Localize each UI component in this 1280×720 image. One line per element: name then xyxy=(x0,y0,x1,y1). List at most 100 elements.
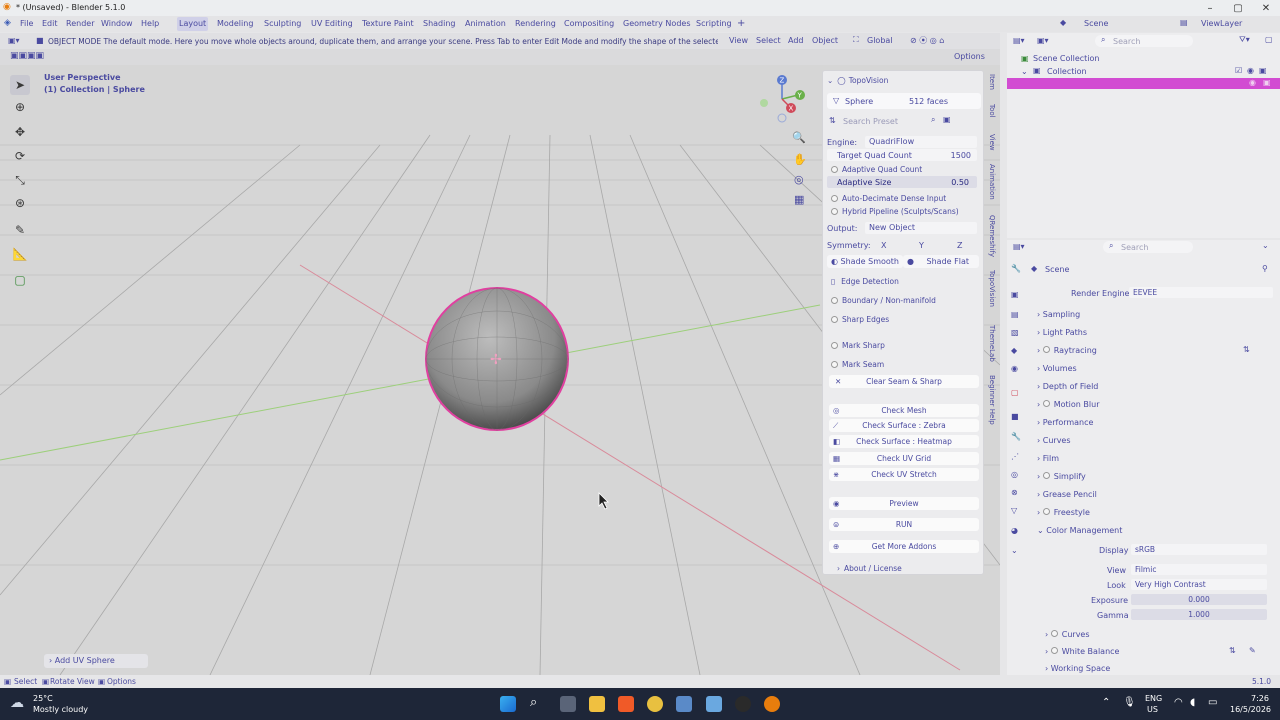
blender-menu-icon[interactable]: ◈ xyxy=(4,18,11,28)
clock-date[interactable]: 16/5/2026 xyxy=(1230,705,1271,714)
minimize-icon[interactable]: – xyxy=(1196,0,1224,16)
menu-object[interactable]: Object xyxy=(812,36,838,45)
expand-icon[interactable]: ⌄ xyxy=(1021,67,1028,76)
menu-file[interactable]: File xyxy=(16,18,37,30)
object-tab-icon[interactable]: ■ xyxy=(1011,412,1019,421)
collection-label[interactable]: Collection xyxy=(1047,67,1087,76)
uv-sphere[interactable]: ✢ xyxy=(424,286,572,434)
chrome-icon[interactable] xyxy=(647,696,663,712)
menu-window[interactable]: Window xyxy=(97,18,137,30)
menu-add[interactable]: Add xyxy=(788,36,804,45)
gamma-slider[interactable]: 1.000 xyxy=(1131,609,1267,620)
shade-flat-button[interactable]: ● Shade Flat xyxy=(903,255,979,268)
checkbox-icon[interactable] xyxy=(1042,508,1050,515)
file-explorer-icon[interactable] xyxy=(589,696,605,712)
checkbox-icon[interactable] xyxy=(1050,647,1058,654)
tab-uv-editing[interactable]: UV Editing xyxy=(309,17,355,31)
presets-icon[interactable]: ⇅ xyxy=(1229,646,1236,655)
adaptive-quad-checkbox[interactable]: Adaptive Quad Count xyxy=(831,163,985,176)
mark-sharp-checkbox[interactable]: Mark Sharp xyxy=(831,339,985,352)
section-volumes[interactable]: › Volumes xyxy=(1037,364,1077,373)
particles-tab-icon[interactable]: ⋰ xyxy=(1011,452,1019,461)
view-layer-icon[interactable]: ▤ xyxy=(1180,18,1188,27)
symmetry-y-toggle[interactable]: Y xyxy=(919,241,924,250)
blender-taskbar-icon[interactable] xyxy=(764,696,780,712)
clock-time[interactable]: 7:26 xyxy=(1251,694,1269,703)
microphone-icon[interactable]: 🎙 xyxy=(1123,697,1136,708)
render-tab-icon[interactable]: ▣ xyxy=(1011,290,1019,299)
search-icon[interactable]: ⌕ xyxy=(530,695,537,710)
eyedropper-icon[interactable]: ✎ xyxy=(1249,646,1256,655)
select-box-icon[interactable]: ➤ xyxy=(10,75,30,95)
check-zebra-button[interactable]: ⟋ Check Surface : Zebra xyxy=(829,419,979,432)
tab-topovision[interactable]: TopoVision xyxy=(988,270,996,307)
section-film[interactable]: › Film xyxy=(1037,454,1059,463)
mark-seam-checkbox[interactable]: Mark Seam xyxy=(831,358,985,371)
language-2[interactable]: US xyxy=(1147,705,1158,714)
checkbox-icon[interactable]: ☑ xyxy=(1235,66,1242,75)
scale-icon[interactable]: ⤡ xyxy=(10,170,30,190)
tab-view[interactable]: View xyxy=(988,134,996,151)
checkbox-icon[interactable] xyxy=(1042,346,1050,353)
tab-texture-paint[interactable]: Texture Paint xyxy=(360,17,416,31)
sharp-edges-checkbox[interactable]: Sharp Edges xyxy=(831,313,985,326)
move-icon[interactable]: ✥ xyxy=(10,122,30,142)
language-1[interactable]: ENG xyxy=(1145,694,1162,703)
menu-render[interactable]: Render xyxy=(62,18,98,30)
render-engine-dropdown[interactable]: EEVEE xyxy=(1129,287,1273,298)
section-curves[interactable]: › Curves xyxy=(1037,436,1071,445)
checkbox-icon[interactable] xyxy=(1042,472,1050,479)
weather-temp[interactable]: 25°C xyxy=(33,694,53,703)
presets-icon[interactable]: ⇅ xyxy=(1243,345,1250,354)
outliner-search-input[interactable]: ⌕ Search xyxy=(1095,35,1193,47)
section-color-management[interactable]: ⌄ Color Management xyxy=(1037,526,1122,535)
select-mode-icons[interactable]: ▣▣▣▣ xyxy=(10,51,44,61)
data-tab-icon[interactable]: ▽ xyxy=(1011,506,1017,515)
boundary-checkbox[interactable]: Boundary / Non-manifold xyxy=(831,294,985,307)
engine-dropdown[interactable]: QuadriFlow xyxy=(865,136,977,148)
task-view-icon[interactable] xyxy=(560,696,576,712)
get-addons-button[interactable]: ⊕ Get More Addons xyxy=(829,540,979,553)
checkbox-icon[interactable] xyxy=(1050,630,1058,637)
check-uv-grid-button[interactable]: ▦ Check UV Grid xyxy=(829,452,979,465)
checkbox-icon[interactable] xyxy=(1042,400,1050,407)
modifier-tab-icon[interactable]: 🔧 xyxy=(1011,432,1021,441)
hybrid-checkbox[interactable]: Hybrid Pipeline (Sculpts/Scans) xyxy=(831,205,985,218)
tool-tab-icon[interactable]: 🔧 xyxy=(1011,264,1021,273)
tab-rendering[interactable]: Rendering xyxy=(513,17,558,31)
section-performance[interactable]: › Performance xyxy=(1037,418,1093,427)
filter-icon[interactable]: ⛛▾ xyxy=(1239,35,1250,45)
close-icon[interactable]: ✕ xyxy=(1252,0,1280,16)
weather-desc[interactable]: Mostly cloudy xyxy=(33,705,88,714)
cursor-icon[interactable]: ⊕ xyxy=(10,97,30,117)
display-mode-icon[interactable]: ▣▾ xyxy=(1037,36,1049,45)
battery-icon[interactable]: ▭ xyxy=(1208,697,1217,708)
outliner-type-icon[interactable]: ▤▾ xyxy=(1013,36,1025,45)
add-cube-icon[interactable]: ▢ xyxy=(10,270,30,290)
tab-modeling[interactable]: Modeling xyxy=(215,17,255,31)
subsection-curves[interactable]: › Curves xyxy=(1045,630,1090,639)
world-tab-icon[interactable]: ◉ xyxy=(1011,364,1018,373)
cloud-icon[interactable]: ☁ xyxy=(10,695,24,711)
view-transform-dropdown[interactable]: Filmic xyxy=(1131,564,1267,575)
eye-icon[interactable]: ◉ xyxy=(1247,66,1254,75)
section-freestyle[interactable]: › Freestyle xyxy=(1037,508,1090,517)
tab-layout[interactable]: Layout xyxy=(177,17,209,31)
look-dropdown[interactable]: Very High Contrast xyxy=(1131,579,1267,590)
selected-row-sphere[interactable]: ◉ ▣ xyxy=(1007,78,1280,89)
last-operation-panel[interactable]: › Add UV Sphere xyxy=(44,654,148,668)
collection-tab-icon[interactable]: ▢ xyxy=(1011,388,1019,397)
section-simplify[interactable]: › Simplify xyxy=(1037,472,1086,481)
camera-view-icon[interactable]: ◎ xyxy=(794,173,804,186)
editor-type-icon[interactable]: ▣▾ xyxy=(8,36,20,45)
transform-orientation-icon[interactable]: ⛶ xyxy=(853,35,859,45)
volume-icon[interactable]: ◖ xyxy=(1190,697,1195,708)
subsection-working-space[interactable]: › Working Space xyxy=(1045,664,1110,673)
new-collection-icon[interactable]: ▢ xyxy=(1265,35,1273,44)
annotate-icon[interactable]: ✎ xyxy=(10,220,30,240)
tab-geometry-nodes[interactable]: Geometry Nodes xyxy=(621,17,692,31)
object-mode-icon[interactable]: ■ xyxy=(36,36,44,45)
github-icon[interactable] xyxy=(735,696,751,712)
section-sampling[interactable]: › Sampling xyxy=(1037,310,1080,319)
tab-animation-side[interactable]: Animation xyxy=(988,164,996,200)
